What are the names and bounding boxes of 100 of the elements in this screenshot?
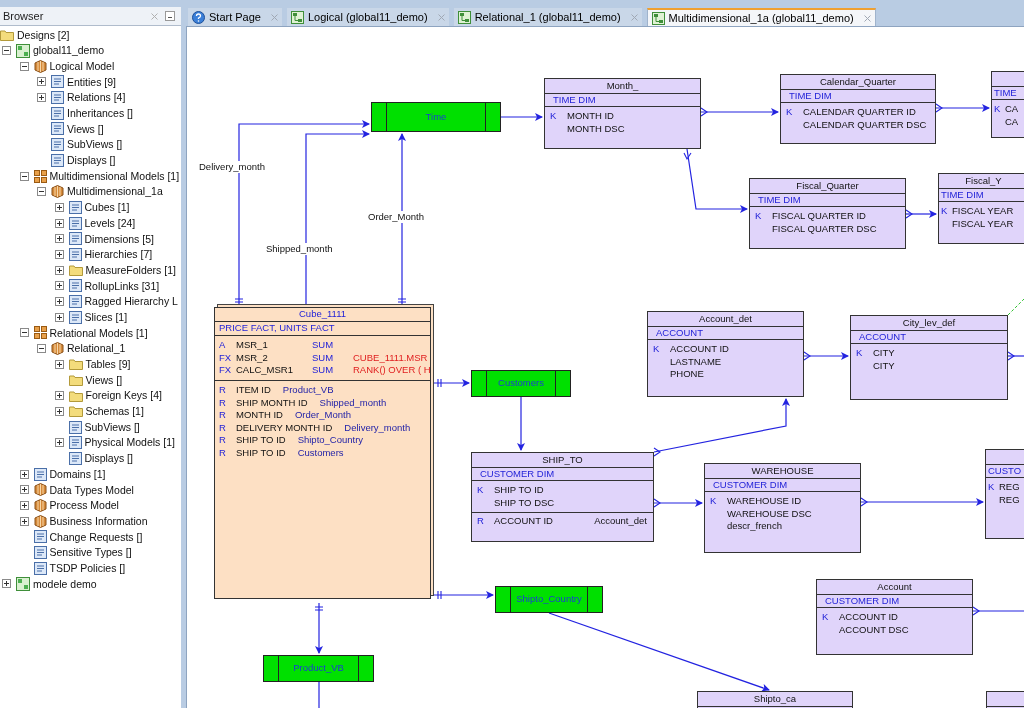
minimize-icon[interactable] — [165, 11, 175, 21]
tree-item[interactable]: Relational Models [1] — [49, 327, 148, 339]
dimension-table[interactable]: Fiscal_Quarter TIME DIM K FISCAL QUARTER ID FISCAL QUARTER DSC — [749, 178, 906, 249]
tree-item[interactable]: Domains [1] — [49, 468, 106, 480]
dimension-table[interactable]: Month_ TIME DIM K MONTH ID MONTH DSC — [544, 78, 701, 149]
tree-item[interactable]: Cubes [1] — [84, 202, 130, 213]
diagram-canvas[interactable] — [186, 26, 1024, 708]
measure-expression: RANK() OVER ( H — [353, 363, 430, 378]
tree-item[interactable]: Multidimensional_1a — [67, 186, 163, 197]
dimension-table[interactable]: CUSTO K REG REG — [985, 449, 1024, 539]
tree-item[interactable]: MeasureFolders [1] — [85, 264, 176, 276]
tree-item[interactable]: SubViews [] — [67, 139, 123, 150]
tree-item[interactable]: Foreign Keys [4] — [85, 390, 162, 401]
document-icon — [68, 247, 82, 261]
expand-toggle[interactable] — [19, 516, 29, 526]
dimension-table[interactable]: Shipto_ca — [697, 691, 853, 708]
tree-item[interactable]: Displays [] — [84, 453, 133, 464]
tree-item[interactable]: Hierarchies [7] — [84, 249, 153, 260]
expand-toggle[interactable] — [19, 171, 29, 181]
editor-tab[interactable]: Relational_1 (global11_demo) — [453, 8, 642, 26]
tree-item[interactable]: Views [] — [85, 374, 123, 386]
tree-item[interactable]: Tables [9] — [85, 359, 131, 370]
tree-item[interactable]: Designs [2] — [17, 29, 70, 41]
tree-item[interactable]: Change Requests [] — [49, 531, 143, 543]
tree-item[interactable]: Dimensions [5] — [84, 233, 154, 245]
tree-item[interactable]: TSDP Policies [] — [49, 562, 126, 574]
dimension-table[interactable]: SHIP_TO CUSTOMER DIM K SHIP TO ID SHIP TO DSC R ACCOUNT ID Account_det — [471, 452, 654, 542]
expand-toggle[interactable] — [37, 187, 46, 197]
tree-item[interactable]: Logical Model — [49, 60, 115, 72]
expand-toggle[interactable] — [54, 406, 64, 416]
tab-label: Logical (global11_demo) — [308, 9, 428, 25]
tree-item[interactable]: Slices [1] — [84, 311, 128, 323]
tree-item[interactable]: Relational_1 — [67, 343, 126, 354]
expand-toggle[interactable] — [54, 297, 64, 307]
dimension-table[interactable]: TIME K CA CA — [991, 71, 1024, 138]
expand-toggle[interactable] — [2, 579, 11, 589]
tree-item[interactable]: Displays [] — [67, 155, 116, 166]
tab-label: Start Page — [209, 9, 261, 25]
dimension-table[interactable]: Calendar_Quarter TIME DIM K CALENDAR QUARTER ID CALENDAR QUARTER DSC — [780, 74, 936, 144]
tree-item[interactable]: Entities [9] — [67, 76, 117, 88]
expand-toggle[interactable] — [54, 218, 64, 228]
view-node[interactable]: Shipto_Country — [495, 586, 603, 613]
tree-item[interactable]: SubViews [] — [84, 421, 140, 433]
view-node[interactable]: Customers — [471, 370, 571, 397]
view-node[interactable]: Time — [371, 102, 501, 132]
expand-toggle[interactable] — [19, 485, 29, 495]
cube-table[interactable] — [214, 307, 431, 599]
editor-tab[interactable]: Start Page — [188, 8, 282, 26]
expand-toggle[interactable] — [54, 281, 64, 291]
editor-tab[interactable]: Multidimensional_1a (global11_demo) — [646, 8, 876, 26]
expand-toggle[interactable] — [19, 328, 29, 338]
diagram-icon — [651, 11, 665, 25]
tree-item[interactable]: Physical Models [1] — [84, 437, 175, 448]
relationship-line — [433, 590, 494, 600]
attribute-name: FISCAL YEAR — [952, 204, 1014, 219]
dimension-table[interactable]: City_lev_def ACCOUNT K CITY CITY — [850, 315, 1008, 400]
view-node[interactable]: Product_VB — [263, 655, 374, 682]
tree-item[interactable]: Schemas [1] — [85, 406, 144, 417]
tree-item[interactable]: Ragged Hierarchy L — [84, 296, 178, 307]
expand-toggle[interactable] — [54, 234, 64, 244]
tree-item[interactable]: modele demo — [33, 578, 97, 590]
expand-toggle[interactable] — [54, 265, 64, 275]
expand-toggle[interactable] — [37, 77, 46, 87]
tree-item[interactable]: Data Types Model — [49, 484, 134, 496]
dimension-table[interactable]: Account CUSTOMER DIM K ACCOUNT ID ACCOUNT DSC — [816, 579, 973, 655]
cube-icon — [33, 59, 47, 73]
expand-toggle[interactable] — [19, 61, 29, 71]
tree-item[interactable]: Levels [24] — [84, 217, 136, 229]
tree-item[interactable]: Sensitive Types [] — [49, 547, 132, 558]
column-type: R — [477, 514, 484, 529]
tree-item[interactable]: Process Model — [49, 500, 119, 511]
tab-label: Multidimensional_1a (global11_demo) — [668, 10, 854, 26]
expand-toggle[interactable] — [19, 500, 29, 510]
expand-toggle[interactable] — [54, 359, 64, 369]
expand-toggle[interactable] — [54, 202, 64, 212]
expand-toggle[interactable] — [2, 46, 11, 56]
expand-toggle[interactable] — [54, 312, 64, 322]
column-type: K — [477, 483, 484, 498]
tree-item[interactable]: Relations [4] — [67, 92, 126, 103]
expand-toggle[interactable] — [37, 93, 46, 103]
dimension-table[interactable]: Fiscal_Y TIME DIM K FISCAL YEAR FISCAL YEAR — [938, 173, 1024, 244]
dimension-table[interactable]: Account_det ACCOUNT K ACCOUNT ID LASTNAME PHONE — [647, 311, 804, 397]
dimension-table[interactable]: WAREHOUSE CUSTOMER DIM K WAREHOUSE ID WAREHOUSE DSC descr_french — [704, 463, 861, 553]
expand-toggle[interactable] — [54, 438, 64, 448]
tree-item[interactable]: Inheritances [] — [67, 108, 133, 119]
column-type: K — [653, 342, 660, 357]
view-name: Time — [424, 109, 448, 124]
cube-icon — [33, 514, 47, 528]
tree-item[interactable]: RollupLinks [31] — [84, 280, 160, 292]
editor-tab[interactable]: Logical (global11_demo) — [287, 8, 449, 26]
reference-target: Shipto_Country — [297, 433, 364, 448]
expand-toggle[interactable] — [19, 469, 29, 479]
tree-item[interactable]: global11_demo — [33, 45, 105, 56]
tree-item[interactable]: Views [] — [67, 123, 104, 135]
tree-item[interactable]: Multidimensional Models [1] — [49, 170, 180, 182]
expand-toggle[interactable] — [54, 249, 64, 259]
expand-toggle[interactable] — [37, 344, 46, 354]
tree-item[interactable]: Business Information — [49, 515, 148, 527]
relationship-line — [1007, 351, 1024, 361]
expand-toggle[interactable] — [54, 391, 64, 401]
